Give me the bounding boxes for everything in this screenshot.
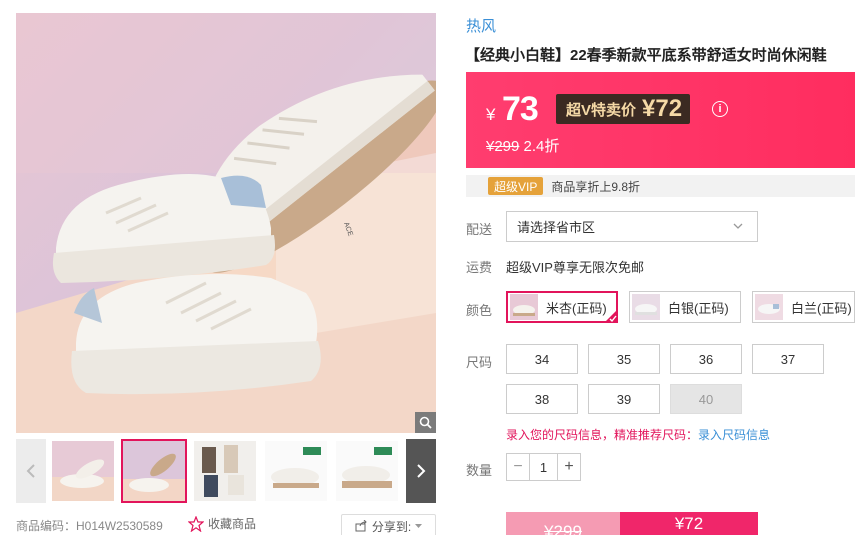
vip-discount-strip: 超级VIP 商品享折上9.8折 xyxy=(466,175,855,197)
size-option-40: 40 xyxy=(670,384,742,414)
brand-link[interactable]: 热风 xyxy=(466,15,496,36)
buy-buttons: ¥299 ¥72 xyxy=(506,512,758,535)
freight-text: 超级VIP尊享无限次免邮 xyxy=(506,260,644,275)
quantity-plus-button[interactable]: + xyxy=(558,454,580,480)
share-label: 分享到: xyxy=(371,519,412,534)
buy-original-price-button[interactable]: ¥299 xyxy=(506,512,620,535)
product-title: 【经典小白鞋】22春季新款平底系带舒适女时尚休闲鞋 xyxy=(465,47,827,64)
vip-price-value: ¥72 xyxy=(642,95,683,122)
thumbnail-strip xyxy=(16,439,436,503)
thumbnail-1[interactable] xyxy=(52,441,114,501)
original-price-row: ¥299 2.4折 xyxy=(486,135,559,156)
main-product-image[interactable]: ACE xyxy=(16,13,436,433)
thumbnail-2[interactable] xyxy=(121,439,187,503)
color-option-label: 米杏(正码) xyxy=(546,300,607,316)
freight-label: 运费 xyxy=(466,260,493,275)
currency-symbol: ¥ xyxy=(486,105,496,124)
color-option-silver[interactable]: 白银(正码) xyxy=(629,291,741,323)
buy-vip-price: ¥72 xyxy=(674,514,704,533)
buy-original-price: ¥299 xyxy=(544,522,582,535)
info-icon[interactable]: i xyxy=(712,101,728,117)
color-option-label: 白兰(正码) xyxy=(791,300,852,316)
buy-vip-price-button[interactable]: ¥72 xyxy=(620,512,758,535)
check-icon xyxy=(604,309,618,323)
quantity-input[interactable]: 1 xyxy=(529,454,558,480)
size-option-36[interactable]: 36 xyxy=(670,344,742,374)
size-input-link[interactable]: 录入尺码信息 xyxy=(698,428,770,442)
color-swatch xyxy=(632,294,660,320)
region-select-text: 请选择省市区 xyxy=(517,220,596,235)
chevron-right-icon xyxy=(417,464,426,478)
color-label: 颜色 xyxy=(466,303,493,318)
chevron-left-icon xyxy=(26,464,35,478)
size-option-35[interactable]: 35 xyxy=(588,344,660,374)
color-option-beige[interactable]: 米杏(正码) xyxy=(506,291,618,323)
thumbnail-3[interactable] xyxy=(194,441,256,501)
original-price: ¥299 xyxy=(486,138,520,155)
thumb-prev-button[interactable] xyxy=(16,439,46,503)
sneakers-illustration: ACE xyxy=(16,13,436,433)
current-price: 73 xyxy=(502,90,539,128)
discount-rate: 2.4折 xyxy=(523,138,560,155)
chevron-down-icon xyxy=(733,223,743,229)
delivery-label: 配送 xyxy=(466,222,493,237)
star-icon xyxy=(188,515,204,532)
favorite-label: 收藏商品 xyxy=(208,517,257,531)
zoom-icon[interactable] xyxy=(415,412,436,433)
thumbnail-5[interactable] xyxy=(336,441,398,501)
product-page: ACE 商品编码： H014W2530589 收藏商品 分享到: 热风 【经典小… xyxy=(0,0,855,535)
size-option-39[interactable]: 39 xyxy=(588,384,660,414)
size-option-37[interactable]: 37 xyxy=(752,344,824,374)
vip-price-tag: 超V特卖价 ¥72 xyxy=(556,94,691,124)
caret-down-icon xyxy=(415,523,423,528)
vip-discount-text: 商品享折上9.8折 xyxy=(551,179,641,194)
quantity-label: 数量 xyxy=(466,463,493,478)
quantity-stepper: − 1 + xyxy=(506,453,581,481)
favorite-button[interactable]: 收藏商品 xyxy=(188,515,256,532)
thumb-next-button[interactable] xyxy=(406,439,436,503)
share-button[interactable]: 分享到: xyxy=(341,514,436,535)
thumbnail-4[interactable] xyxy=(265,441,327,501)
color-option-blue[interactable]: 白兰(正码) xyxy=(752,291,855,323)
color-swatch xyxy=(755,294,783,320)
share-icon xyxy=(355,520,367,532)
size-option-38[interactable]: 38 xyxy=(506,384,578,414)
color-swatch xyxy=(510,294,538,320)
price-panel: ¥ 73 超V特卖价 ¥72 i ¥299 2.4折 xyxy=(466,72,855,168)
size-label: 尺码 xyxy=(466,355,493,370)
region-select[interactable]: 请选择省市区 xyxy=(506,211,758,242)
product-code: 商品编码： H014W2530589 xyxy=(16,517,163,534)
product-code-label: 商品编码： xyxy=(16,519,77,533)
quantity-minus-button[interactable]: − xyxy=(507,454,529,480)
color-option-label: 白银(正码) xyxy=(668,300,729,316)
size-tip-text: 录入您的尺码信息，精准推荐尺码： xyxy=(506,428,699,442)
size-option-34[interactable]: 34 xyxy=(506,344,578,374)
vip-price-label: 超V特卖价 xyxy=(566,101,637,119)
product-code-value: H014W2530589 xyxy=(76,518,163,533)
size-recommend-tip: 录入您的尺码信息，精准推荐尺码：录入尺码信息 xyxy=(506,426,770,443)
vip-badge: 超级VIP xyxy=(488,177,544,195)
